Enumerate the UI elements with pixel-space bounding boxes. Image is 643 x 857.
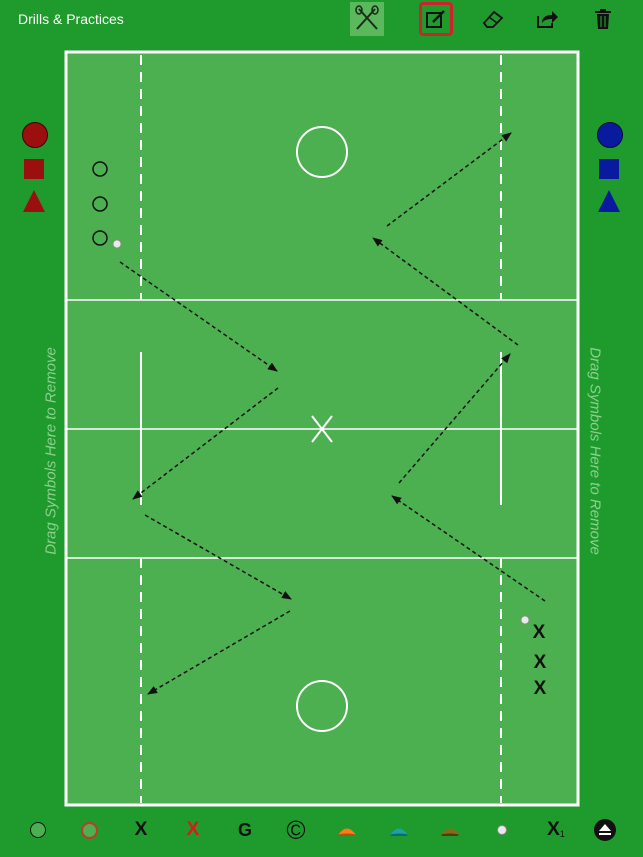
ball — [520, 615, 530, 625]
numbered-x-label: X — [547, 819, 560, 840]
ball — [112, 239, 122, 249]
orange-cone-icon — [338, 828, 356, 836]
lacrosse-field[interactable]: X X X — [0, 0, 643, 857]
palette-ball[interactable] — [492, 818, 512, 842]
palette-teal-cone[interactable] — [386, 818, 412, 842]
palette-goalie[interactable]: G — [233, 818, 257, 842]
palette-green-circle[interactable] — [27, 818, 49, 842]
palette-numbered-x[interactable]: X1 — [542, 818, 570, 842]
ball-icon — [497, 825, 507, 835]
red-ring-icon — [80, 821, 98, 839]
palette-black-x[interactable]: X — [129, 818, 153, 842]
green-circle-icon — [30, 822, 46, 838]
palette-eject-button[interactable] — [592, 818, 618, 842]
palette-orange-cone[interactable] — [334, 818, 360, 842]
palette-red-x[interactable]: X — [181, 818, 205, 842]
teal-cone-icon — [390, 828, 408, 836]
numbered-x-index: 1 — [559, 829, 565, 839]
olive-cone-icon — [441, 828, 459, 836]
attacker-marker[interactable]: X — [534, 652, 547, 673]
eject-icon — [594, 819, 616, 841]
palette-copyright[interactable]: © — [282, 815, 310, 845]
palette-red-ring[interactable] — [78, 818, 100, 842]
attacker-marker[interactable]: X — [533, 622, 546, 643]
attacker-marker[interactable]: X — [534, 678, 547, 699]
palette-olive-cone[interactable] — [437, 818, 463, 842]
